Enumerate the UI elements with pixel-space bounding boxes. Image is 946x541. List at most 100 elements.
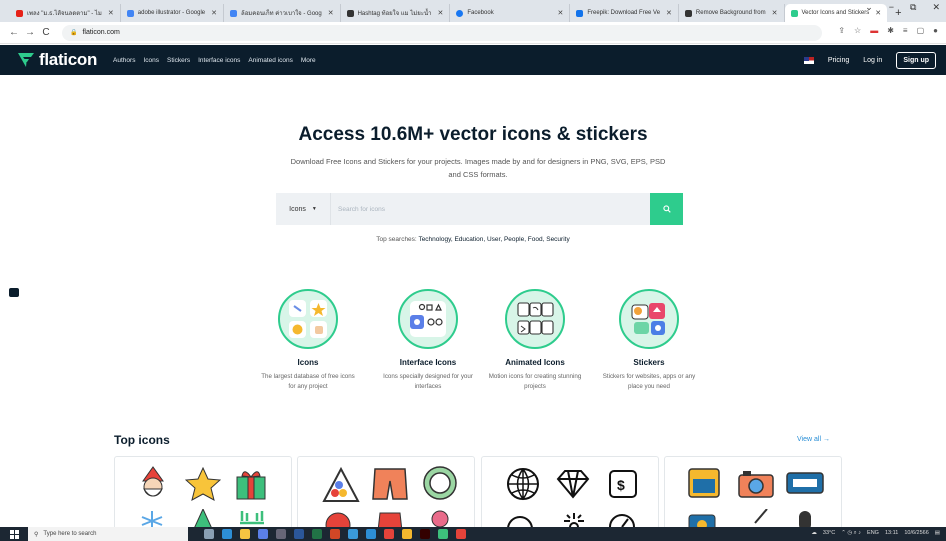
close-window-icon[interactable]: ✕ [932, 2, 940, 13]
forward-icon[interactable]: → [22, 27, 38, 38]
header-actions: Pricing Log in Sign up [803, 52, 936, 69]
extensions-puzzle-icon[interactable]: ✱ [887, 26, 894, 35]
icon-pack-card-sports[interactable] [297, 456, 475, 530]
shorts-icon [372, 468, 408, 500]
nav-animated-icons[interactable]: Animated icons [248, 57, 292, 64]
nav-interface-icons[interactable]: Interface icons [198, 57, 240, 64]
category-animated-icons[interactable]: Animated Icons Motion icons for creating… [485, 289, 585, 392]
nav-stickers[interactable]: Stickers [167, 57, 190, 64]
browser-tab[interactable]: ล้อมคอนเก็ท ค่าวเบาใจ - Goog ✕ [224, 4, 341, 22]
task-view-icon[interactable] [204, 529, 214, 539]
excel-icon[interactable] [312, 529, 322, 539]
weather-temp: 33°C [822, 530, 836, 536]
store-icon[interactable] [258, 529, 268, 539]
browser-tab-strip: เพลง "ม.ธ.ไส้จนลดตาม" - ไม ✕ adobe illust… [0, 0, 946, 22]
settings-icon[interactable] [276, 529, 286, 539]
category-interface-icons[interactable]: Interface Icons Icons specially designed… [378, 289, 478, 392]
cassette-player-icon [786, 472, 824, 494]
app-icon[interactable] [348, 529, 358, 539]
search-type-select[interactable]: Icons ▼ [276, 193, 331, 225]
top-searches: Top searches: Technology, Education, Use… [376, 236, 570, 243]
icon-pack-card-devices[interactable] [664, 456, 842, 530]
signup-button[interactable]: Sign up [896, 52, 936, 69]
youtube-favicon-icon [16, 9, 23, 17]
lock-icon: 🔒 [70, 30, 78, 36]
illustrator-icon[interactable] [420, 529, 430, 539]
browser-tab[interactable]: เพลง "ม.ธ.ไส้จนลดตาม" - ไม ✕ [10, 4, 121, 22]
folder-icon[interactable] [402, 529, 412, 539]
close-tab-icon[interactable]: ✕ [108, 9, 114, 17]
profile-avatar-icon[interactable]: ● [933, 26, 938, 35]
pricing-link[interactable]: Pricing [828, 57, 849, 64]
url-field[interactable]: 🔒 flaticon.com [62, 24, 822, 41]
top-searches-links[interactable]: Technology, Education, User, People, Foo… [418, 236, 569, 243]
target-icon [423, 466, 457, 500]
gift-icon [236, 471, 266, 500]
restore-icon[interactable]: ⧉ [910, 2, 916, 13]
system-tray: ☁ 33°C ⌃ ◷ ⌕ ♪ ENG 13:11 10/6/2566 ▤ [811, 530, 940, 537]
browser-tab[interactable]: Remove Background from ✕ [679, 4, 785, 22]
browser-tab[interactable]: Freepik: Download Free Ve ✕ [570, 4, 679, 22]
category-icons[interactable]: Icons The largest database of free icons… [258, 289, 358, 392]
flaticon-logo[interactable]: flaticon [18, 50, 97, 70]
chevron-down-icon: ▼ [311, 206, 317, 212]
ie-icon[interactable] [366, 529, 376, 539]
minimize-icon[interactable]: − [889, 2, 894, 13]
extension-icon[interactable]: ▬ [870, 26, 878, 35]
reading-list-icon[interactable]: ≡ [903, 26, 908, 35]
santa-icon [142, 466, 164, 497]
back-icon[interactable]: ← [6, 27, 22, 38]
nav-authors[interactable]: Authors [113, 57, 135, 64]
edge-icon[interactable] [222, 529, 232, 539]
weather-icon[interactable]: ☁ [811, 530, 817, 537]
share-icon[interactable]: ⇪ [838, 26, 845, 35]
browser-tab[interactable]: Hashtag ท้อยใจ แม ไม่ยะน้ำ ✕ [341, 4, 451, 22]
nav-icons[interactable]: Icons [143, 57, 159, 64]
google-favicon-icon [230, 9, 238, 17]
page-subtitle: Download Free Icons and Stickers for you… [290, 157, 666, 179]
search-button[interactable] [650, 193, 683, 225]
language-flag-icon[interactable] [803, 57, 814, 64]
search-icon: ⚲ [34, 531, 39, 538]
icon-pack-card-christmas[interactable] [114, 456, 292, 530]
flaticon-logo-icon [18, 53, 34, 67]
bookmark-star-icon[interactable]: ☆ [854, 26, 861, 35]
feedback-icon[interactable] [9, 288, 19, 297]
language-indicator[interactable]: ENG [867, 530, 879, 537]
notification-icon[interactable]: ▤ [935, 530, 940, 537]
clock-time[interactable]: 13:11 [885, 530, 898, 537]
close-tab-icon[interactable]: ✕ [211, 9, 217, 17]
close-tab-icon[interactable]: ✕ [328, 9, 334, 17]
app2-icon[interactable] [438, 529, 448, 539]
tray-icons[interactable]: ⌃ ◷ ⌕ ♪ [841, 530, 861, 537]
browser-tab[interactable]: adobe illustrator - Google ✕ [121, 4, 225, 22]
category-stickers[interactable]: Stickers Stickers for websites, apps or … [599, 289, 699, 392]
view-all-link[interactable]: View all → [797, 436, 830, 443]
window-controls: ⌄ − ⧉ ✕ [865, 2, 940, 13]
close-tab-icon[interactable]: ✕ [437, 9, 443, 17]
radio-icon [688, 468, 720, 498]
explorer-icon[interactable] [240, 529, 250, 539]
icon-pack-card-business[interactable]: $ [481, 456, 659, 530]
browser-tab[interactable]: Facebook ✕ [450, 4, 571, 22]
login-link[interactable]: Log in [863, 57, 882, 64]
taskbar-search-input[interactable]: ⚲ Type here to search [28, 527, 188, 541]
photos-icon[interactable] [456, 529, 466, 539]
word-icon[interactable] [294, 529, 304, 539]
powerpoint-icon[interactable] [330, 529, 340, 539]
close-tab-icon[interactable]: ✕ [666, 9, 672, 17]
money-exchange-icon: $ [609, 470, 637, 498]
close-tab-icon[interactable]: ✕ [557, 9, 563, 17]
tab-search-icon[interactable]: ⌄ [865, 2, 873, 13]
start-button[interactable] [0, 529, 28, 539]
close-tab-icon[interactable]: ✕ [772, 9, 778, 17]
hashtag-favicon-icon [346, 9, 354, 17]
reload-icon[interactable]: C [38, 27, 54, 38]
search-input[interactable]: Search for icons [331, 193, 650, 225]
chrome-icon[interactable] [384, 529, 394, 539]
nav-more[interactable]: More [301, 57, 316, 64]
diamond-icon [556, 470, 590, 499]
camera-icon [738, 471, 774, 498]
side-panel-icon[interactable]: ▢ [917, 26, 925, 35]
taskbar-apps [204, 529, 466, 539]
